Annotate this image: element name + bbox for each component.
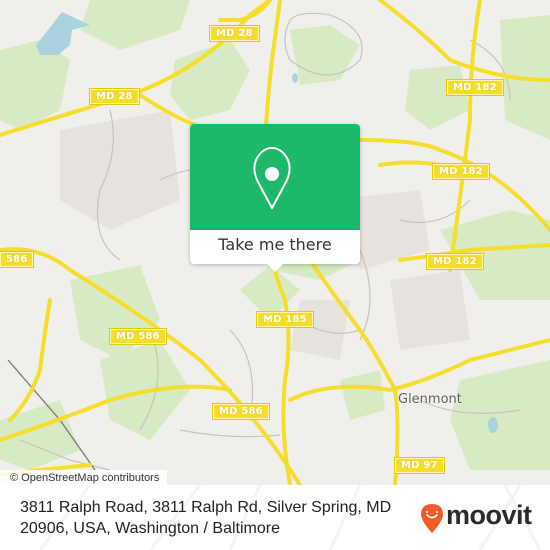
road-shield-md182-c: MD 182 [426,253,484,270]
popup-pointer [266,263,284,272]
road-shield-md97: MD 97 [394,457,445,474]
road-shield-md28-left: MD 28 [89,88,140,105]
road-shield-md182-a: MD 182 [446,79,504,96]
road-shield-md28-top: MD 28 [209,25,260,42]
road-shield-md586-mid: MD 586 [109,328,167,345]
moovit-wordmark: moovit [446,500,532,530]
map-pin-icon [253,147,291,209]
road-shield-md586-left: 586 [0,251,35,268]
road-shield-md185: MD 185 [256,311,314,328]
road-shield-md586-bottom: MD 586 [212,403,270,420]
take-me-there-popup[interactable]: Take me there [190,124,360,272]
map-attribution[interactable]: © OpenStreetMap contributors [0,470,168,485]
moovit-logo[interactable]: moovit [418,500,543,536]
map-view[interactable]: MD 28 MD 28 MD 182 MD 182 MD 182 586 MD … [0,0,550,485]
road-shield-md182-b: MD 182 [432,163,490,180]
popup-header [190,124,360,230]
moovit-pin-icon [421,504,443,533]
take-me-there-button[interactable]: Take me there [190,230,360,264]
place-label-glenmont: Glenmont [398,392,462,407]
address-text: 3811 Ralph Road, 3811 Ralph Rd, Silver S… [20,499,392,537]
